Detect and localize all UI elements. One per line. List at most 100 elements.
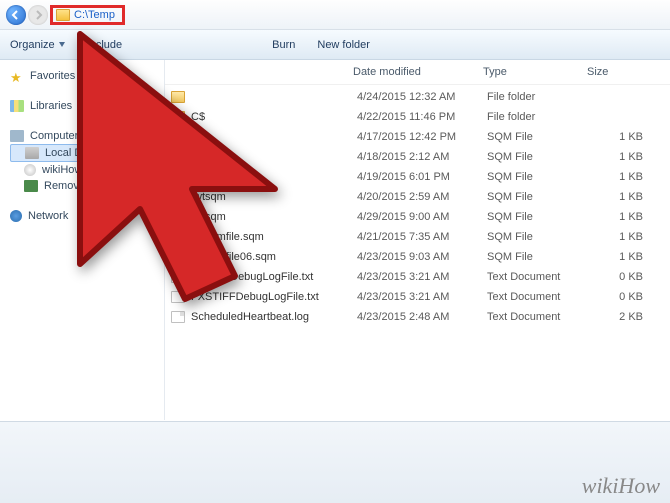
file-size: 1 KB xyxy=(591,171,651,183)
star-icon: ★ xyxy=(10,70,24,82)
file-name: fwtsqm xyxy=(191,211,357,223)
file-size: 0 KB xyxy=(591,271,651,283)
file-name: fwtsqmfile.sqm xyxy=(191,231,357,243)
file-row[interactable]: fwtsqmfile06.sqm 4/23/2015 9:03 AM SQM F… xyxy=(165,247,670,267)
file-name: fwtsqm xyxy=(191,191,357,203)
col-date: Date modified xyxy=(353,66,483,78)
file-name: ScheduledHeartbeat.log xyxy=(191,311,357,323)
file-date: 4/29/2015 9:00 AM xyxy=(357,211,487,223)
details-pane: wikiHow xyxy=(0,421,670,503)
newfolder-button[interactable]: New folder xyxy=(317,39,370,51)
file-type: Text Document xyxy=(487,291,591,303)
file-icon xyxy=(171,171,185,183)
address-path[interactable]: C:\Temp xyxy=(74,9,119,21)
file-row[interactable]: C$ 4/22/2015 11:46 PM File folder xyxy=(165,107,670,127)
file-row[interactable]: 4/24/2015 12:32 AM File folder xyxy=(165,87,670,107)
toolbar: Organize Include Burn New folder xyxy=(0,30,670,60)
file-type: SQM File xyxy=(487,171,591,183)
file-name: C$ xyxy=(191,111,357,123)
file-size: 1 KB xyxy=(591,151,651,163)
file-type: SQM File xyxy=(487,211,591,223)
file-type: Text Document xyxy=(487,311,591,323)
organize-button[interactable]: Organize xyxy=(10,39,65,51)
forward-button[interactable] xyxy=(28,5,48,25)
folder-icon xyxy=(56,9,70,21)
file-icon xyxy=(171,131,185,143)
file-name: fwtsqmfile06.sqm xyxy=(191,251,357,263)
network-icon xyxy=(10,210,22,222)
libraries-icon xyxy=(10,100,24,112)
file-row[interactable]: FXSTIFFDebugLogFile.txt 4/23/2015 3:21 A… xyxy=(165,287,670,307)
file-date: 4/23/2015 9:03 AM xyxy=(357,251,487,263)
file-date: 4/23/2015 3:21 AM xyxy=(357,271,487,283)
file-size: 2 KB xyxy=(591,311,651,323)
file-date: 4/23/2015 3:21 AM xyxy=(357,291,487,303)
sidebar-computer[interactable]: Computer xyxy=(10,128,164,144)
file-type: SQM File xyxy=(487,231,591,243)
file-name: FXSAPIDebugLogFile.txt xyxy=(191,271,357,283)
file-icon xyxy=(171,251,185,263)
burn-button[interactable]: Burn xyxy=(272,39,295,51)
address-highlight: C:\Temp xyxy=(50,5,125,25)
file-date: 4/21/2015 7:35 AM xyxy=(357,231,487,243)
col-type: Type xyxy=(483,66,587,78)
col-size: Size xyxy=(587,66,647,78)
drive-icon xyxy=(25,147,39,159)
file-row[interactable]: FXSAPIDebugLogFile.txt 4/23/2015 3:21 AM… xyxy=(165,267,670,287)
file-date: 4/20/2015 2:59 AM xyxy=(357,191,487,203)
file-icon xyxy=(171,271,185,283)
folder-icon xyxy=(171,91,185,103)
file-size: 0 KB xyxy=(591,291,651,303)
back-button[interactable] xyxy=(6,5,26,25)
address-bar: C:\Temp xyxy=(0,0,670,30)
file-row[interactable]: ScheduledHeartbeat.log 4/23/2015 2:48 AM… xyxy=(165,307,670,327)
file-size: 1 KB xyxy=(591,211,651,223)
sidebar-libraries[interactable]: Libraries xyxy=(10,98,164,114)
file-type: File folder xyxy=(487,91,591,103)
file-name: fwt xyxy=(191,171,357,183)
file-size: 1 KB xyxy=(591,191,651,203)
sidebar: ★Favorites Libraries Computer Local Disc… xyxy=(0,60,165,420)
sidebar-drive-g[interactable]: Removable Disk (G:) xyxy=(10,178,164,194)
sidebar-network[interactable]: Network xyxy=(10,208,164,224)
include-button[interactable]: Include xyxy=(87,39,122,51)
file-icon xyxy=(171,291,185,303)
cd-icon xyxy=(24,164,36,176)
usb-icon xyxy=(24,180,38,192)
folder-icon xyxy=(171,111,185,123)
file-list-pane: Date modified Type Size 4/24/2015 12:32 … xyxy=(165,60,670,420)
file-size: 1 KB xyxy=(591,251,651,263)
file-icon xyxy=(171,311,185,323)
file-row[interactable]: fwt 4/19/2015 6:01 PM SQM File 1 KB xyxy=(165,167,670,187)
file-name: FXSTIFFDebugLogFile.txt xyxy=(191,291,357,303)
chevron-down-icon xyxy=(59,42,65,47)
sidebar-favorites[interactable]: ★Favorites xyxy=(10,68,164,84)
file-row[interactable]: 4/18/2015 2:12 AM SQM File 1 KB xyxy=(165,147,670,167)
file-icon xyxy=(171,191,185,203)
file-date: 4/24/2015 12:32 AM xyxy=(357,91,487,103)
file-type: SQM File xyxy=(487,131,591,143)
file-row[interactable]: fwtsqm 4/29/2015 9:00 AM SQM File 1 KB xyxy=(165,207,670,227)
file-row[interactable]: fwtsqm 4/20/2015 2:59 AM SQM File 1 KB xyxy=(165,187,670,207)
file-type: SQM File xyxy=(487,251,591,263)
file-type: SQM File xyxy=(487,191,591,203)
watermark: wikiHow xyxy=(582,473,660,499)
file-row[interactable]: fwtsqmfile.sqm 4/21/2015 7:35 AM SQM Fil… xyxy=(165,227,670,247)
file-date: 4/19/2015 6:01 PM xyxy=(357,171,487,183)
file-icon xyxy=(171,231,185,243)
file-date: 4/17/2015 12:42 PM xyxy=(357,131,487,143)
file-type: Text Document xyxy=(487,271,591,283)
file-date: 4/23/2015 2:48 AM xyxy=(357,311,487,323)
sidebar-drive-d[interactable]: wikiHow (D:) xyxy=(10,162,164,178)
file-date: 4/18/2015 2:12 AM xyxy=(357,151,487,163)
file-icon xyxy=(171,151,185,163)
column-headers[interactable]: Date modified Type Size xyxy=(165,60,670,85)
file-size: 1 KB xyxy=(591,131,651,143)
file-row[interactable]: 4/17/2015 12:42 PM SQM File 1 KB xyxy=(165,127,670,147)
file-icon xyxy=(171,211,185,223)
file-type: SQM File xyxy=(487,151,591,163)
file-date: 4/22/2015 11:46 PM xyxy=(357,111,487,123)
computer-icon xyxy=(10,130,24,142)
sidebar-drive-c[interactable]: Local Disc (C:) xyxy=(10,144,164,162)
file-size: 1 KB xyxy=(591,231,651,243)
